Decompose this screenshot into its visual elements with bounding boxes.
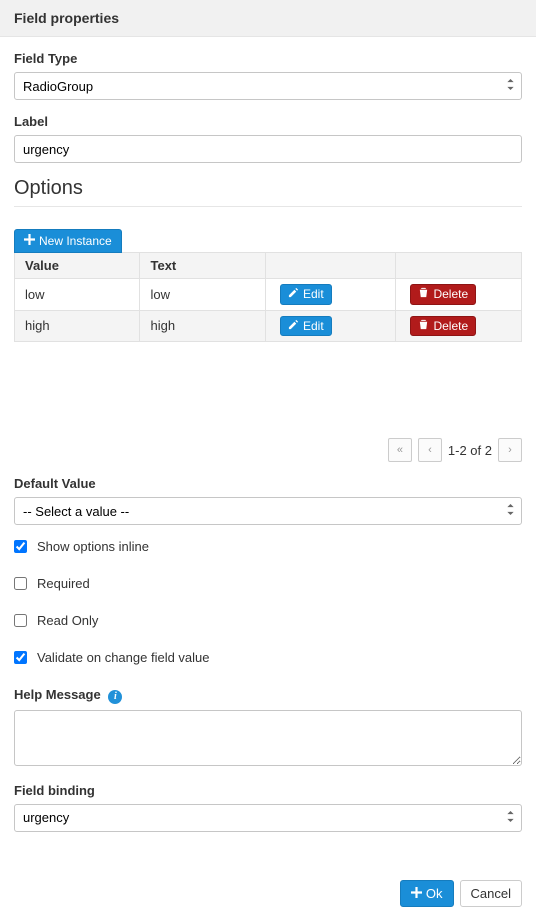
validate-checkbox[interactable] bbox=[14, 651, 27, 664]
edit-label: Edit bbox=[303, 319, 324, 333]
edit-icon bbox=[288, 319, 299, 333]
options-section-divider bbox=[14, 206, 522, 207]
validate-row: Validate on change field value bbox=[14, 650, 522, 665]
pager-next-button[interactable]: › bbox=[498, 438, 522, 462]
read-only-checkbox[interactable] bbox=[14, 614, 27, 627]
show-inline-checkbox[interactable] bbox=[14, 540, 27, 553]
options-table: Value Text low low Edit bbox=[14, 252, 522, 342]
panel-header: Field properties bbox=[0, 0, 536, 37]
table-row: low low Edit Delete bbox=[15, 279, 522, 310]
options-section-title: Options bbox=[14, 177, 522, 200]
label-field-label: Label bbox=[14, 114, 522, 129]
ok-button[interactable]: Ok bbox=[400, 880, 454, 908]
field-type-group: Field Type RadioGroup bbox=[14, 51, 522, 100]
options-col-text: Text bbox=[140, 253, 265, 279]
field-binding-group: Field binding urgency bbox=[14, 783, 522, 832]
pager-first-button[interactable]: « bbox=[388, 438, 412, 462]
default-value-label: Default Value bbox=[14, 476, 522, 491]
help-message-group: Help Message i bbox=[14, 687, 522, 769]
read-only-label: Read Only bbox=[37, 613, 98, 628]
pager: « ‹ 1-2 of 2 › bbox=[14, 438, 522, 462]
edit-label: Edit bbox=[303, 287, 324, 301]
ok-label: Ok bbox=[426, 886, 443, 902]
required-row: Required bbox=[14, 576, 522, 591]
panel-title: Field properties bbox=[14, 10, 119, 26]
help-message-label: Help Message i bbox=[14, 687, 522, 704]
show-inline-label: Show options inline bbox=[37, 539, 149, 554]
table-row: high high Edit Delete bbox=[15, 310, 522, 341]
add-new-instance-button[interactable]: New Instance bbox=[14, 229, 122, 253]
add-new-instance-label: New Instance bbox=[39, 234, 112, 248]
show-inline-row: Show options inline bbox=[14, 539, 522, 554]
delete-button[interactable]: Delete bbox=[410, 284, 476, 304]
required-checkbox[interactable] bbox=[14, 577, 27, 590]
pager-prev-button[interactable]: ‹ bbox=[418, 438, 442, 462]
info-icon[interactable]: i bbox=[108, 690, 122, 704]
cell-value: low bbox=[15, 279, 140, 310]
default-value-select[interactable]: -- Select a value -- bbox=[14, 497, 522, 525]
help-message-label-text: Help Message bbox=[14, 687, 101, 702]
field-binding-label: Field binding bbox=[14, 783, 522, 798]
field-binding-select[interactable]: urgency bbox=[14, 804, 522, 832]
delete-label: Delete bbox=[433, 287, 468, 301]
label-group: Label bbox=[14, 114, 522, 163]
options-col-value: Value bbox=[15, 253, 140, 279]
label-input[interactable] bbox=[14, 135, 522, 163]
plus-icon bbox=[24, 234, 35, 248]
options-col-delete bbox=[396, 253, 522, 279]
default-value-group: Default Value -- Select a value -- bbox=[14, 476, 522, 525]
pager-text: 1-2 of 2 bbox=[448, 443, 492, 458]
field-type-label: Field Type bbox=[14, 51, 522, 66]
plus-icon bbox=[411, 886, 422, 902]
trash-icon bbox=[418, 287, 429, 301]
footer-actions: Ok Cancel bbox=[0, 866, 536, 921]
cancel-button[interactable]: Cancel bbox=[460, 880, 522, 908]
field-type-select[interactable]: RadioGroup bbox=[14, 72, 522, 100]
validate-label: Validate on change field value bbox=[37, 650, 210, 665]
help-message-textarea[interactable] bbox=[14, 710, 522, 766]
chevron-double-left-icon: « bbox=[397, 444, 403, 456]
edit-button[interactable]: Edit bbox=[280, 316, 332, 336]
cell-value: high bbox=[15, 310, 140, 341]
trash-icon bbox=[418, 319, 429, 333]
cancel-label: Cancel bbox=[471, 886, 511, 902]
panel-body: Field Type RadioGroup Label Options New … bbox=[0, 37, 536, 846]
edit-icon bbox=[288, 287, 299, 301]
delete-button[interactable]: Delete bbox=[410, 316, 476, 336]
options-col-edit bbox=[265, 253, 396, 279]
read-only-row: Read Only bbox=[14, 613, 522, 628]
chevron-left-icon: ‹ bbox=[428, 444, 432, 456]
cell-text: low bbox=[140, 279, 265, 310]
chevron-right-icon: › bbox=[508, 444, 512, 456]
edit-button[interactable]: Edit bbox=[280, 284, 332, 304]
required-label: Required bbox=[37, 576, 90, 591]
cell-text: high bbox=[140, 310, 265, 341]
delete-label: Delete bbox=[433, 319, 468, 333]
